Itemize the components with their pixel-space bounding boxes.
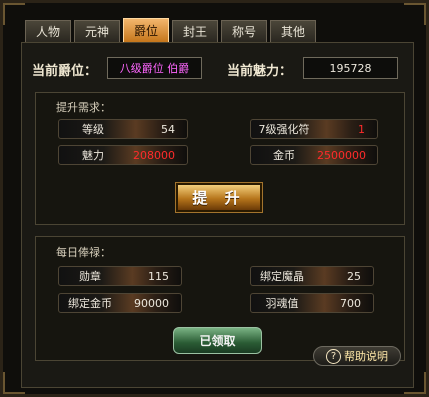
question-icon: ?: [326, 348, 341, 364]
frame-corner-decoration: [404, 3, 426, 25]
current-charm-value: 195728: [303, 57, 398, 79]
nobility-panel: 当前爵位： 八级爵位 伯爵 当前魅力： 195728 提升需求： 等级 54 7…: [21, 42, 414, 388]
reward-label: 勋章: [79, 270, 101, 283]
requirement-value: 1: [358, 122, 365, 136]
daily-section-title: 每日俸禄：: [56, 246, 111, 259]
requirement-charm: 魅力 208000: [58, 145, 188, 165]
requirement-value: 54: [161, 122, 175, 136]
help-label: 帮助说明: [344, 350, 388, 363]
reward-value: 115: [148, 269, 169, 283]
current-title-label: 当前爵位：: [32, 64, 98, 79]
requirement-gold: 金币 2500000: [250, 145, 378, 165]
current-charm-label: 当前魅力：: [227, 64, 293, 79]
reward-bound-crystal: 绑定魔晶 25: [250, 266, 374, 286]
current-title-value: 八级爵位 伯爵: [107, 57, 202, 79]
reward-medal: 勋章 115: [58, 266, 182, 286]
tab-titles[interactable]: 称号: [221, 20, 267, 42]
reward-bound-gold: 绑定金币 90000: [58, 293, 182, 313]
requirement-value: 2500000: [317, 148, 366, 162]
reward-value: 25: [347, 269, 361, 283]
tab-bar: 人物 元神 爵位 封王 称号 其他: [25, 18, 316, 42]
tab-spirit[interactable]: 元神: [74, 20, 120, 42]
tab-other[interactable]: 其他: [270, 20, 316, 42]
requirement-level: 等级 54: [58, 119, 188, 139]
reward-label: 绑定魔晶: [260, 270, 304, 283]
upgrade-button[interactable]: 提 升: [175, 182, 263, 213]
window-frame: 人物 元神 爵位 封王 称号 其他 当前爵位： 八级爵位 伯爵 当前魅力： 19…: [0, 0, 429, 397]
tab-character[interactable]: 人物: [25, 20, 71, 42]
reward-value: 90000: [134, 296, 169, 310]
requirement-label: 等级: [82, 123, 104, 136]
claim-salary-button[interactable]: 已领取: [173, 327, 262, 354]
tab-king[interactable]: 封王: [172, 20, 218, 42]
requirement-value: 208000: [133, 148, 175, 162]
reward-label: 羽魂值: [265, 297, 299, 310]
requirement-label: 7级强化符: [258, 123, 310, 136]
reward-label: 绑定金币: [68, 297, 112, 310]
help-button[interactable]: ? 帮助说明: [313, 346, 401, 366]
frame-corner-decoration: [3, 3, 25, 25]
reward-feather-soul: 羽魂值 700: [250, 293, 374, 313]
reward-value: 700: [340, 296, 361, 310]
requirement-enhance-charm: 7级强化符 1: [250, 119, 378, 139]
upgrade-section-title: 提升需求：: [56, 101, 111, 114]
tab-nobility[interactable]: 爵位: [123, 18, 169, 42]
requirement-label: 魅力: [82, 149, 104, 162]
requirement-label: 金币: [273, 149, 295, 162]
